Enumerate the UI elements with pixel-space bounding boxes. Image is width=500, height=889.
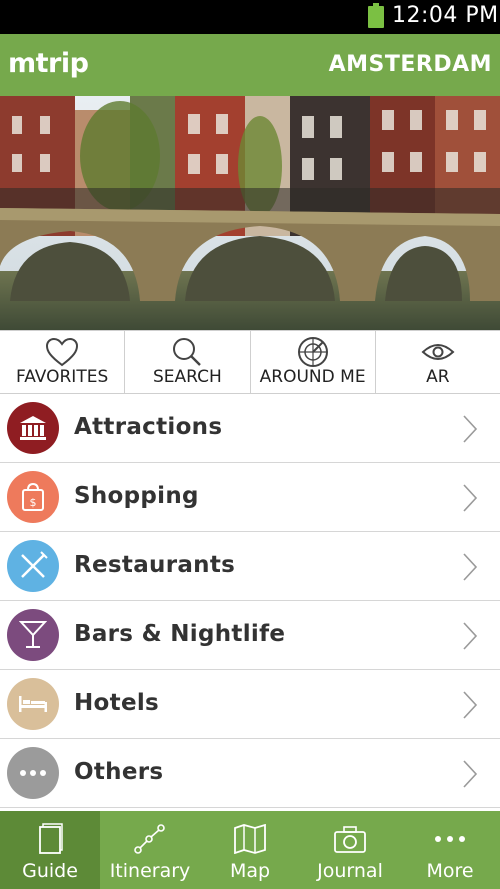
tab-label: Guide [22,860,78,882]
book-icon [35,811,65,859]
chevron-right-icon [462,414,478,448]
category-label: Bars & Nightlife [74,621,286,647]
heart-icon [45,331,79,367]
radar-icon [297,331,329,367]
category-row-bars-nightlife[interactable]: Bars & Nightlife [0,601,500,670]
chevron-right-icon [462,621,478,655]
tab-guide[interactable]: Guide [0,811,100,889]
favorites-button[interactable]: FAVORITES [0,331,126,393]
tab-itinerary[interactable]: Itinerary [100,811,200,889]
search-button[interactable]: SEARCH [125,331,251,393]
tab-label: Itinerary [109,860,191,882]
svg-text:$: $ [30,496,37,509]
tab-more[interactable]: More [400,811,500,889]
bed-icon [7,678,59,730]
category-row-others[interactable]: Others [0,739,500,808]
category-label: Hotels [74,690,160,716]
tab-journal[interactable]: Journal [300,811,400,889]
more-dots-icon [7,747,59,799]
cocktail-icon [7,609,59,661]
category-row-hotels[interactable]: Hotels [0,670,500,739]
chevron-right-icon [462,759,478,793]
category-row-restaurants[interactable]: Restaurants [0,532,500,601]
city-hero-image [0,96,500,330]
cutlery-icon [7,540,59,592]
museum-icon [7,402,59,454]
ar-label: AR [426,367,450,387]
tab-map[interactable]: Map [200,811,300,889]
chevron-right-icon [462,483,478,517]
favorites-label: FAVORITES [16,367,109,387]
search-label: SEARCH [152,367,222,387]
chevron-right-icon [462,690,478,724]
category-label: Others [74,759,164,785]
category-list: Attractions $ Shopping Restaurants Bars … [0,394,500,808]
map-icon [233,811,267,859]
category-row-shopping[interactable]: $ Shopping [0,463,500,532]
ar-button[interactable]: AR [376,331,500,393]
app-header: mtrip AMSTERDAM [0,34,500,96]
tab-label: Journal [317,860,383,882]
tab-label: More [426,860,474,882]
category-label: Attractions [74,414,223,440]
around-me-button[interactable]: AROUND ME [251,331,376,393]
bottom-tab-bar: Guide Itinerary Map Journal More [0,811,500,889]
chevron-right-icon [462,552,478,586]
eye-icon [421,331,455,367]
category-row-attractions[interactable]: Attractions [0,394,500,463]
battery-icon [368,3,384,28]
tab-label: Map [229,860,271,882]
shopping-bag-icon: $ [7,471,59,523]
status-bar: 12:04 PM [0,0,500,34]
city-title[interactable]: AMSTERDAM [329,52,492,77]
around-me-label: AROUND ME [259,367,366,387]
category-label: Restaurants [74,552,236,578]
status-time: 12:04 PM [392,3,499,28]
search-icon [171,331,203,367]
category-label: Shopping [74,483,199,509]
camera-icon [333,811,367,859]
quick-actions: FAVORITES SEARCH AROUND ME AR [0,330,500,394]
more-dots-icon [433,811,467,859]
route-icon [133,811,167,859]
app-logo[interactable]: mtrip [8,48,89,79]
